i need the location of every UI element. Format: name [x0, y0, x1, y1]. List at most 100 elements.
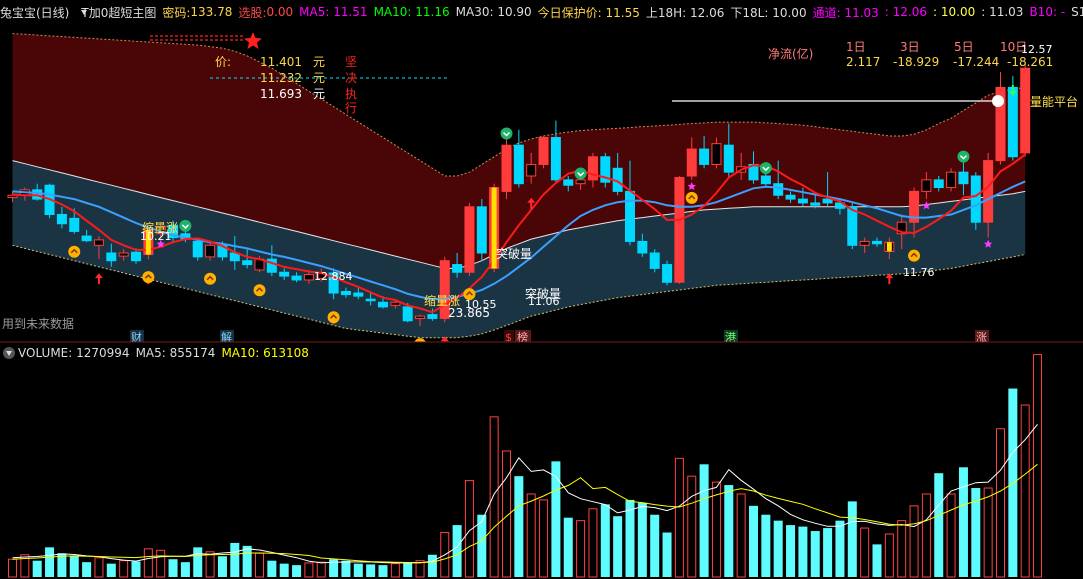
candle-body-fill — [588, 156, 598, 180]
volume-bar — [958, 467, 968, 577]
volume-bar — [180, 562, 190, 577]
gold-coin-icon — [68, 245, 81, 258]
price-box-value-1: 11.401 — [260, 55, 302, 69]
price-box-tag-1: 坚 — [345, 55, 357, 69]
price-chart[interactable]: 价: 11.401 元 坚 11.232 元 决 11.693 元 执 行 净流… — [0, 0, 1083, 342]
gold-coin-icon — [204, 272, 217, 285]
volume-bar — [131, 561, 141, 577]
candle-body — [822, 198, 833, 204]
event-marker-hk[interactable]: 港 — [724, 330, 738, 342]
volume-bar — [563, 517, 573, 577]
price-box-unit-1: 元 — [313, 55, 325, 69]
volume-bar — [353, 563, 363, 577]
green-shield-icon — [179, 219, 192, 232]
volume-bar — [143, 548, 153, 578]
event-marker-unlock[interactable]: 解 — [220, 330, 234, 342]
candle-body — [970, 175, 981, 223]
volume-bar — [217, 556, 227, 577]
candle-body — [93, 239, 104, 246]
candle-body — [303, 274, 314, 281]
candle-body — [723, 144, 734, 173]
net-flow-value-1: 2.117 — [846, 55, 880, 69]
volume-bar — [106, 563, 116, 577]
volume-dropdown-icon[interactable] — [3, 347, 15, 359]
candle-body — [760, 175, 771, 185]
event-marker-dollar[interactable]: $ — [504, 330, 514, 342]
candle-body — [279, 271, 290, 277]
candle-body — [810, 202, 821, 206]
volume-bar — [316, 561, 326, 578]
candle-body — [56, 214, 67, 225]
volume-bar — [674, 457, 684, 578]
volume-bar — [94, 557, 104, 578]
volume-bar — [637, 502, 647, 577]
candle-body — [390, 301, 401, 306]
event-marker-rise[interactable]: 涨 — [975, 330, 989, 342]
volume-bar — [292, 565, 302, 577]
candle-body — [340, 291, 351, 296]
volume-bar — [823, 528, 833, 577]
candle-body — [563, 179, 574, 186]
volume-bar — [230, 542, 240, 577]
candle-body — [797, 198, 808, 204]
candle-body — [69, 217, 80, 232]
volume-bar — [946, 493, 956, 578]
volume-bar — [662, 532, 672, 577]
candle-body — [859, 240, 870, 246]
volume-ma10-line — [12, 463, 1038, 563]
price-box-value-2: 11.232 — [260, 71, 302, 85]
candle-body-fill — [687, 149, 697, 176]
price-box-unit-2: 元 — [313, 71, 325, 85]
volume-bar — [82, 562, 92, 577]
net-flow-header-1: 1日 — [846, 40, 866, 54]
candle-body — [131, 251, 141, 262]
net-flow-header-5: 5日 — [954, 40, 974, 54]
candle-body — [921, 179, 932, 192]
green-shield-icon — [500, 127, 513, 140]
candle-body — [476, 206, 487, 254]
candle-body — [649, 252, 660, 269]
volume-bar — [711, 481, 721, 578]
volume-bar — [45, 547, 55, 577]
candle-body-fill — [674, 177, 684, 283]
candle-body — [452, 264, 463, 273]
price-box-tag-3: 执 — [345, 87, 357, 101]
annotation-breakout-1: 突破量 — [496, 246, 532, 261]
event-dollar-text: $ — [505, 331, 512, 342]
future-data-label: 用到未来数据 — [2, 316, 74, 331]
net-flow-value-3: -18.929 — [893, 55, 939, 69]
event-hk-text: 港 — [725, 331, 736, 342]
green-shield-icon — [574, 167, 587, 180]
price-label-6: 11.76 — [903, 266, 935, 279]
candle-body — [637, 240, 648, 254]
volume-bar — [403, 562, 413, 577]
price-box-tag-2: 决 — [345, 71, 357, 85]
candle-body — [118, 252, 129, 257]
candle-body — [378, 301, 388, 308]
volume-bar — [897, 520, 907, 578]
candle-body — [205, 244, 216, 258]
volume-bar — [205, 551, 215, 578]
event-ranking-text: 榜 — [517, 330, 528, 342]
candle-body — [526, 163, 537, 177]
candle-body — [1007, 86, 1018, 158]
volume-bar — [502, 450, 511, 578]
volume-bar — [156, 549, 166, 578]
signal-candle — [886, 242, 892, 252]
volume-bar — [255, 552, 264, 578]
platform-label: 量能平台 — [1030, 94, 1078, 109]
candle-body-fill — [983, 160, 993, 223]
event-marker-ranking[interactable]: 榜 — [515, 330, 531, 342]
high-price-label: 12.57 — [1021, 43, 1053, 56]
volume-bar — [724, 485, 734, 577]
volume-bar — [20, 554, 30, 578]
volume-bar — [909, 505, 919, 578]
price-box-value-3: 11.693 — [260, 87, 302, 101]
candle-body — [192, 240, 203, 258]
candle-body — [946, 171, 957, 189]
event-marker-finance[interactable]: 财 — [130, 330, 144, 342]
volume-bar — [415, 560, 425, 578]
volume-bar — [489, 416, 499, 578]
volume-bar — [1033, 354, 1043, 578]
volume-bar — [773, 520, 783, 577]
